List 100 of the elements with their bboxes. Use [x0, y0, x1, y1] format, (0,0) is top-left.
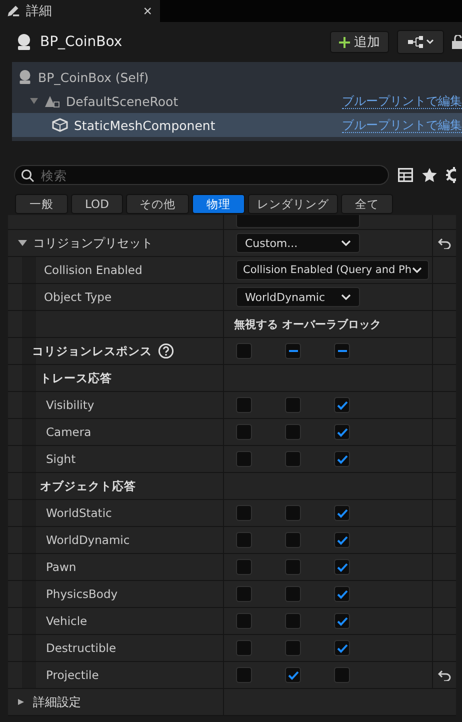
hierarchy-button[interactable] [397, 30, 444, 54]
checkbox[interactable] [236, 532, 252, 548]
tree-label: BP_CoinBox (Self) [38, 70, 150, 84]
checkbox[interactable] [236, 505, 252, 521]
plus-icon [339, 36, 350, 48]
channel-label: Projectile [45, 668, 99, 682]
actor-icon [16, 33, 32, 51]
checkbox[interactable] [236, 451, 252, 467]
filter-tab[interactable]: その他 [126, 194, 189, 214]
checkbox[interactable] [236, 667, 252, 683]
actor-icon [18, 69, 32, 85]
checkbox[interactable] [285, 532, 301, 548]
check-icon [336, 644, 348, 652]
channel-label: WorldDynamic [45, 533, 130, 547]
edit-in-blueprint-link[interactable]: ブループリントで編集 [342, 94, 462, 108]
check-icon [336, 616, 348, 626]
settings-icon[interactable] [446, 167, 456, 183]
tree-item[interactable]: StaticMeshComponent ブループリントで編集 [12, 113, 462, 137]
tree-label: DefaultSceneRoot [66, 94, 180, 108]
channel-label: Vehicle [45, 614, 88, 628]
help-icon[interactable] [158, 343, 174, 359]
check-icon [336, 590, 348, 598]
check-icon [336, 536, 348, 544]
filter-tab[interactable]: 物理 [192, 194, 245, 214]
blueprint-title: BP_CoinBox [40, 34, 124, 50]
add-button[interactable]: 追加 [330, 31, 389, 53]
preset-dropdown[interactable]: Custom... [236, 233, 360, 253]
checkbox[interactable] [334, 586, 350, 602]
property-label: Collision Enabled [43, 263, 142, 277]
dash-icon [288, 350, 298, 352]
expand-arrow-icon[interactable] [30, 98, 38, 104]
star-icon[interactable] [422, 168, 437, 182]
expand-arrow-icon[interactable] [18, 240, 27, 246]
checkbox[interactable] [334, 343, 350, 359]
channel-label: Visibility [45, 398, 94, 412]
channel-label: WorldStatic [45, 506, 112, 520]
category-label: 詳細設定 [33, 694, 81, 710]
scene-root-icon [44, 94, 60, 108]
dash-icon [338, 350, 346, 352]
checkbox[interactable] [285, 424, 301, 440]
property-label: Object Type [43, 290, 112, 304]
channel-label: Pawn [45, 560, 76, 574]
chevron-down-icon [341, 294, 351, 300]
checkbox[interactable] [236, 613, 252, 629]
checkbox[interactable] [236, 559, 252, 575]
checkbox[interactable] [334, 397, 350, 413]
checkbox[interactable] [236, 640, 252, 656]
reset-icon[interactable] [438, 238, 451, 248]
checkbox[interactable] [334, 613, 350, 629]
filter-tab[interactable]: レンダリング [248, 194, 338, 214]
checkbox[interactable] [236, 343, 252, 359]
chevron-down-icon [412, 267, 422, 273]
filter-tab[interactable]: LOD [71, 194, 123, 214]
lock-icon[interactable] [452, 35, 462, 49]
check-icon [336, 454, 348, 464]
checkbox[interactable] [285, 397, 301, 413]
checkbox[interactable] [334, 451, 350, 467]
search-field[interactable]: 検索 [14, 165, 389, 185]
checkbox[interactable] [285, 451, 301, 467]
checkbox[interactable] [334, 505, 350, 521]
table-view-icon[interactable] [398, 168, 413, 182]
checkbox[interactable] [285, 586, 301, 602]
channel-label: Camera [45, 425, 92, 439]
check-icon [336, 400, 348, 410]
check-icon [336, 562, 348, 572]
property-dropdown[interactable]: WorldDynamic [236, 287, 360, 307]
checkbox[interactable] [285, 613, 301, 629]
property-dropdown[interactable]: Collision Enabled (Query and Ph [236, 260, 429, 280]
tree-label: StaticMeshComponent [74, 118, 216, 132]
checkbox[interactable] [285, 667, 301, 683]
details-tab[interactable]: 詳細 × [0, 0, 160, 22]
checkbox[interactable] [285, 559, 301, 575]
channel-label: Destructible [45, 641, 116, 655]
checkbox[interactable] [236, 586, 252, 602]
checkbox[interactable] [334, 640, 350, 656]
checkbox[interactable] [236, 397, 252, 413]
checkbox[interactable] [334, 424, 350, 440]
section-label: オブジェクト応答 [39, 478, 136, 494]
tree-item[interactable]: BP_CoinBox (Self) [12, 65, 462, 89]
hierarchy-icon [408, 36, 434, 48]
checkbox[interactable] [334, 559, 350, 575]
channel-label: Sight [45, 452, 76, 466]
chevron-down-icon [341, 240, 351, 246]
tree-item[interactable]: DefaultSceneRoot ブループリントで編集 [12, 89, 462, 113]
column-header: オーバーラ [282, 316, 337, 332]
checkbox[interactable] [285, 343, 301, 359]
checkbox[interactable] [285, 640, 301, 656]
reset-icon[interactable] [438, 670, 451, 680]
check-icon [288, 670, 298, 680]
pencil-icon [6, 4, 20, 18]
category-label: コリジョンプリセット [33, 234, 153, 252]
property-label: コリジョンレスポンス [31, 344, 152, 358]
checkbox[interactable] [334, 667, 350, 683]
checkbox[interactable] [236, 424, 252, 440]
filter-tab[interactable]: 一般 [15, 194, 68, 214]
close-button[interactable]: × [143, 2, 152, 20]
cube-icon [52, 118, 68, 132]
checkbox[interactable] [285, 505, 301, 521]
filter-tab[interactable]: 全て [341, 194, 393, 214]
checkbox[interactable] [334, 532, 350, 548]
